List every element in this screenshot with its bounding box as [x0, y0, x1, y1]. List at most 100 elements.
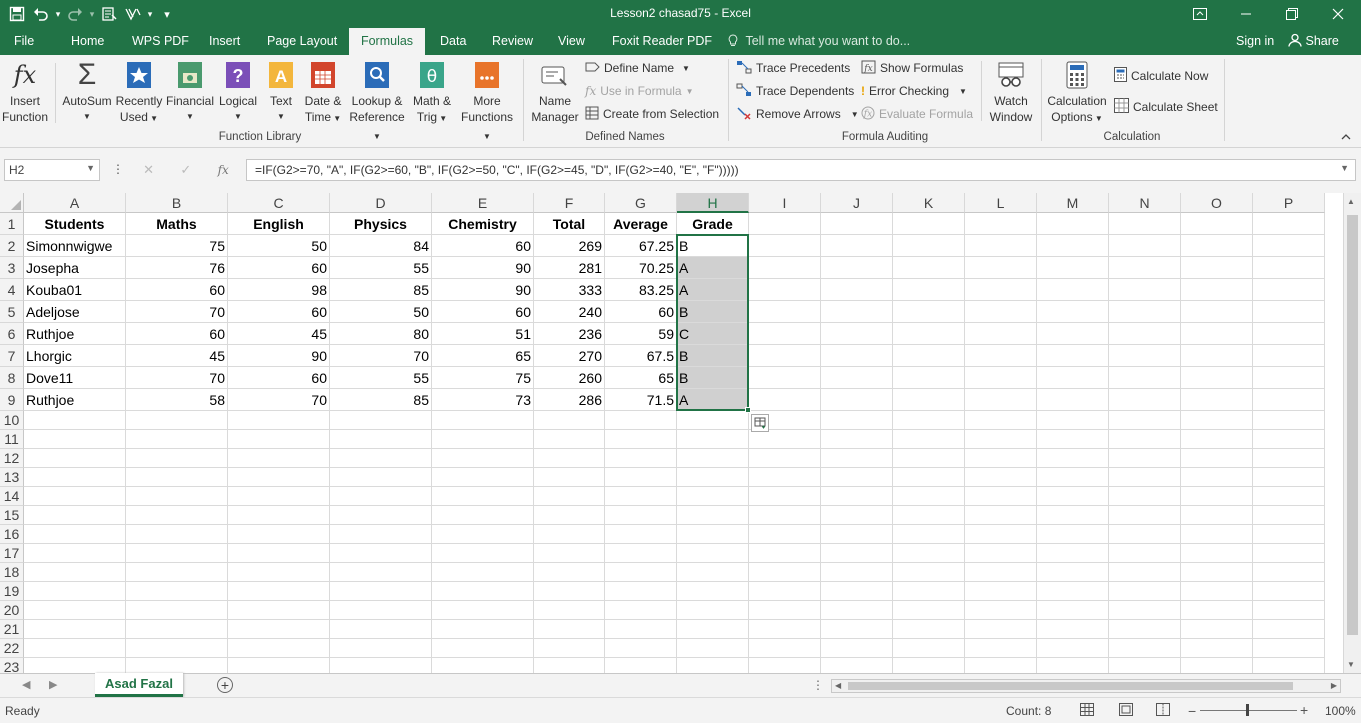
column-header-m[interactable]: M — [1037, 193, 1109, 213]
cell-n14[interactable] — [1109, 487, 1181, 506]
table-cell[interactable]: 50 — [228, 235, 330, 257]
table-cell[interactable]: A — [677, 279, 749, 301]
cell-d17[interactable] — [330, 544, 432, 563]
cell-k18[interactable] — [893, 563, 965, 582]
cell-h12[interactable] — [677, 449, 749, 468]
cell-i8[interactable] — [749, 367, 821, 389]
cell-i2[interactable] — [749, 235, 821, 257]
cell-m4[interactable] — [1037, 279, 1109, 301]
cell-k21[interactable] — [893, 620, 965, 639]
cell-c10[interactable] — [228, 411, 330, 430]
cell-o16[interactable] — [1181, 525, 1253, 544]
cell-a23[interactable] — [24, 658, 126, 673]
table-cell[interactable]: 90 — [432, 257, 534, 279]
cell-f17[interactable] — [534, 544, 605, 563]
cell-p1[interactable] — [1253, 213, 1325, 235]
tab-formulas[interactable]: Formulas — [349, 28, 425, 55]
restore-icon[interactable] — [1269, 0, 1315, 28]
cell-p9[interactable] — [1253, 389, 1325, 411]
split-handle-icon[interactable]: ⋮ — [812, 678, 824, 692]
cell-l6[interactable] — [965, 323, 1037, 345]
cell-p4[interactable] — [1253, 279, 1325, 301]
date-time-button[interactable]: Date & Time ▼ — [301, 59, 345, 127]
create-from-selection-button[interactable]: Create from Selection — [585, 104, 719, 124]
formula-input[interactable]: =IF(G2>=70, "A", IF(G2>=60, "B", IF(G2>=… — [246, 159, 1356, 181]
cell-i3[interactable] — [749, 257, 821, 279]
cell-a13[interactable] — [24, 468, 126, 487]
cell-i20[interactable] — [749, 601, 821, 620]
cell-o10[interactable] — [1181, 411, 1253, 430]
cell-a10[interactable] — [24, 411, 126, 430]
cell-p10[interactable] — [1253, 411, 1325, 430]
cell-p6[interactable] — [1253, 323, 1325, 345]
row-header-11[interactable]: 11 — [0, 430, 24, 449]
table-cell[interactable]: B — [677, 367, 749, 389]
cell-d21[interactable] — [330, 620, 432, 639]
cell-k14[interactable] — [893, 487, 965, 506]
cell-n7[interactable] — [1109, 345, 1181, 367]
table-cell[interactable]: 80 — [330, 323, 432, 345]
page-layout-view-icon[interactable] — [1119, 703, 1133, 719]
cell-l5[interactable] — [965, 301, 1037, 323]
cell-f14[interactable] — [534, 487, 605, 506]
cell-o20[interactable] — [1181, 601, 1253, 620]
table-cell[interactable]: Ruthjoe — [24, 389, 126, 411]
sheet-tab-asad-fazal[interactable]: Asad Fazal — [95, 673, 183, 697]
cell-o21[interactable] — [1181, 620, 1253, 639]
next-sheet-icon[interactable]: ▶ — [49, 678, 57, 691]
column-header-f[interactable]: F — [534, 193, 605, 213]
cell-c19[interactable] — [228, 582, 330, 601]
cell-g21[interactable] — [605, 620, 677, 639]
row-header-17[interactable]: 17 — [0, 544, 24, 563]
row-header-15[interactable]: 15 — [0, 506, 24, 525]
cell-b22[interactable] — [126, 639, 228, 658]
undo-icon[interactable] — [30, 3, 52, 25]
table-cell[interactable]: 90 — [228, 345, 330, 367]
cell-d19[interactable] — [330, 582, 432, 601]
cell-i5[interactable] — [749, 301, 821, 323]
cell-m21[interactable] — [1037, 620, 1109, 639]
cell-g23[interactable] — [605, 658, 677, 673]
cell-j20[interactable] — [821, 601, 893, 620]
cell-m6[interactable] — [1037, 323, 1109, 345]
minimize-icon[interactable] — [1223, 0, 1269, 28]
cell-f16[interactable] — [534, 525, 605, 544]
table-cell[interactable]: 286 — [534, 389, 605, 411]
cell-g10[interactable] — [605, 411, 677, 430]
format-painter-icon[interactable] — [122, 3, 144, 25]
cell-c11[interactable] — [228, 430, 330, 449]
cell-f10[interactable] — [534, 411, 605, 430]
table-cell[interactable]: Kouba01 — [24, 279, 126, 301]
cell-h13[interactable] — [677, 468, 749, 487]
row-header-7[interactable]: 7 — [0, 345, 24, 367]
cell-j13[interactable] — [821, 468, 893, 487]
cell-b16[interactable] — [126, 525, 228, 544]
cell-l1[interactable] — [965, 213, 1037, 235]
text-button[interactable]: A Text ▼ — [262, 59, 300, 125]
cancel-icon[interactable]: ✕ — [143, 162, 154, 178]
save-icon[interactable] — [6, 3, 28, 25]
row-header-9[interactable]: 9 — [0, 389, 24, 411]
table-cell[interactable]: Ruthjoe — [24, 323, 126, 345]
cell-g13[interactable] — [605, 468, 677, 487]
cell-i15[interactable] — [749, 506, 821, 525]
redo-icon[interactable] — [64, 3, 86, 25]
cell-j23[interactable] — [821, 658, 893, 673]
table-cell[interactable]: 84 — [330, 235, 432, 257]
table-cell[interactable]: 60 — [228, 301, 330, 323]
header-cell-d[interactable]: Physics — [330, 213, 432, 235]
cell-p7[interactable] — [1253, 345, 1325, 367]
cell-j19[interactable] — [821, 582, 893, 601]
cell-m5[interactable] — [1037, 301, 1109, 323]
cell-p23[interactable] — [1253, 658, 1325, 673]
cell-l22[interactable] — [965, 639, 1037, 658]
cell-n12[interactable] — [1109, 449, 1181, 468]
cell-k2[interactable] — [893, 235, 965, 257]
cell-n3[interactable] — [1109, 257, 1181, 279]
cell-l10[interactable] — [965, 411, 1037, 430]
cell-p8[interactable] — [1253, 367, 1325, 389]
row-header-1[interactable]: 1 — [0, 213, 24, 235]
cell-o15[interactable] — [1181, 506, 1253, 525]
cell-j16[interactable] — [821, 525, 893, 544]
cell-i4[interactable] — [749, 279, 821, 301]
